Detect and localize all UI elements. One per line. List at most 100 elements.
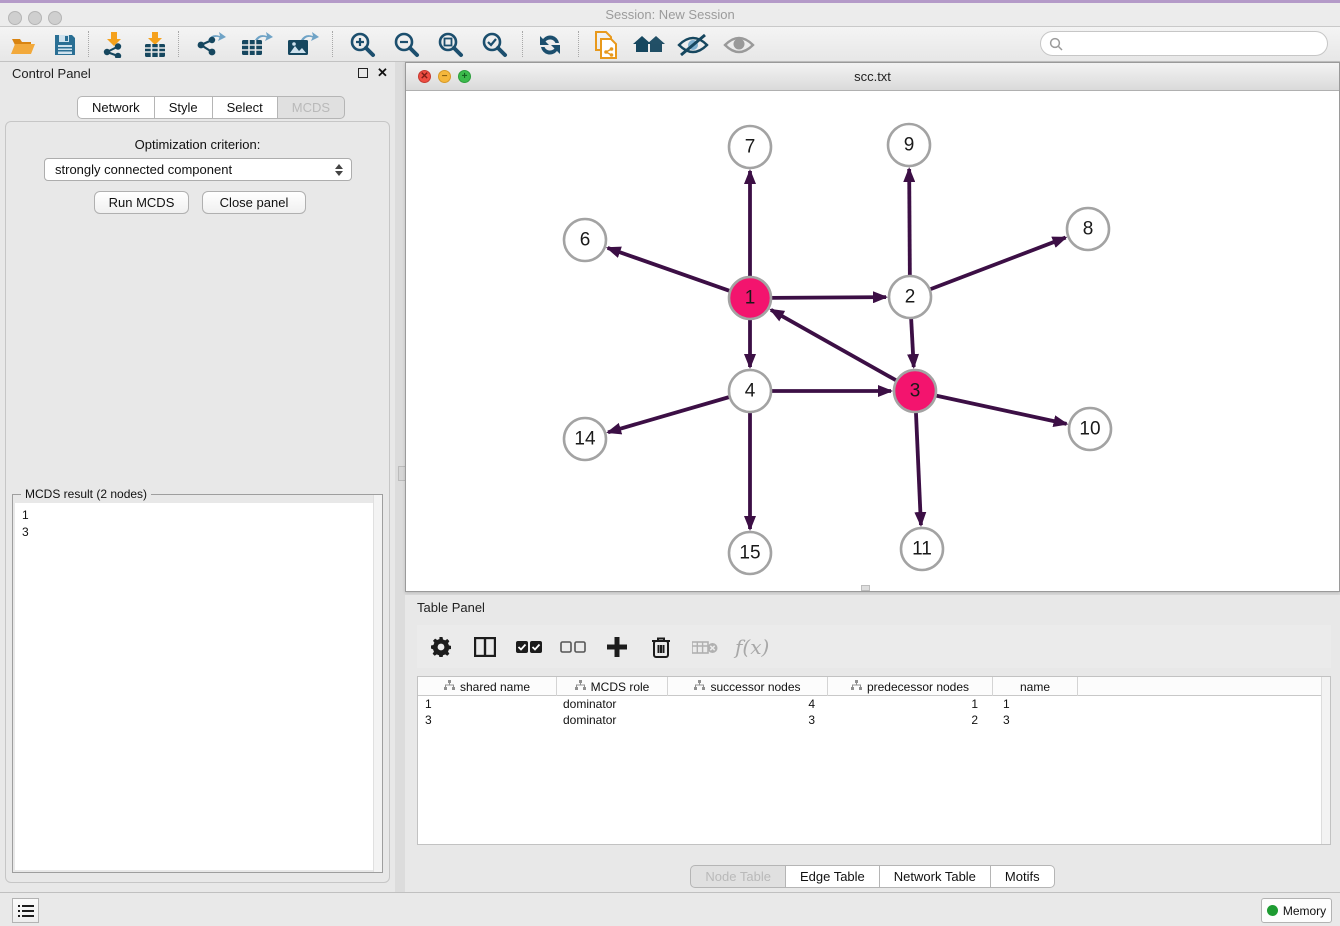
- search-input[interactable]: [1068, 37, 1327, 51]
- graph-node-11[interactable]: 11: [901, 528, 943, 570]
- open-session-icon[interactable]: [6, 29, 40, 60]
- network-graph-canvas[interactable]: 7 9 6 8 1 2 4 3 14 10 15 11: [406, 91, 1339, 592]
- node-table-scrollbar[interactable]: [1321, 677, 1330, 844]
- edge-3-to-10[interactable]: [936, 395, 1067, 423]
- graph-node-9[interactable]: 9: [888, 124, 930, 166]
- memory-button[interactable]: Memory: [1261, 898, 1332, 923]
- svg-text:3: 3: [910, 381, 921, 402]
- column-label: predecessor nodes: [867, 680, 969, 694]
- tab-network[interactable]: Network: [77, 96, 155, 119]
- table-cell[interactable]: 2: [828, 712, 993, 728]
- graph-node-4[interactable]: 4: [729, 370, 771, 412]
- select-all-rows-icon[interactable]: [515, 633, 543, 661]
- column-label: shared name: [460, 680, 530, 694]
- hide-unselected-icon[interactable]: [676, 29, 710, 60]
- graph-node-2[interactable]: 2: [889, 276, 931, 318]
- column-header-MCDS-role[interactable]: MCDS role: [557, 677, 668, 696]
- settings-gear-icon[interactable]: [427, 633, 455, 661]
- save-session-icon[interactable]: [48, 29, 82, 60]
- optimization-criterion-select[interactable]: strongly connected component: [44, 158, 352, 181]
- graph-node-8[interactable]: 8: [1067, 208, 1109, 250]
- node-table-body: 1dominator4113dominator323: [418, 696, 1330, 728]
- zoom-selected-icon[interactable]: [477, 29, 511, 60]
- tab-select[interactable]: Select: [213, 96, 278, 119]
- tab-style[interactable]: Style: [155, 96, 213, 119]
- graph-node-14[interactable]: 14: [564, 418, 606, 460]
- table-cell[interactable]: 4: [668, 696, 828, 712]
- close-panel-icon[interactable]: ✕: [377, 65, 388, 81]
- table-cell[interactable]: 1: [828, 696, 993, 712]
- window-close-icon[interactable]: ✕: [418, 70, 431, 83]
- tab-mcds[interactable]: MCDS: [278, 96, 345, 119]
- add-column-icon[interactable]: [603, 633, 631, 661]
- table-panel: Table Panel ✕ f(x) shared nameMCDS roles…: [405, 595, 1340, 892]
- table-cell[interactable]: 3: [418, 712, 557, 728]
- table-cell[interactable]: 1: [418, 696, 557, 712]
- edge-2-to-8[interactable]: [930, 238, 1066, 290]
- close-panel-button[interactable]: Close panel: [202, 191, 306, 214]
- zoom-fit-icon[interactable]: [433, 29, 467, 60]
- graph-node-3[interactable]: 3: [894, 370, 936, 412]
- edge-1-to-6[interactable]: [608, 248, 731, 291]
- clone-network-icon[interactable]: [589, 29, 623, 60]
- column-header-shared-name[interactable]: shared name: [418, 677, 557, 696]
- column-header-predecessor-nodes[interactable]: predecessor nodes: [828, 677, 993, 696]
- window-minimize-icon[interactable]: −: [438, 70, 451, 83]
- import-network-icon[interactable]: [96, 29, 130, 60]
- export-image-icon[interactable]: [286, 29, 320, 60]
- refresh-view-icon[interactable]: [533, 29, 567, 60]
- deselect-all-rows-icon[interactable]: [559, 633, 587, 661]
- table-tab-edge-table[interactable]: Edge Table: [786, 865, 880, 888]
- zoom-out-icon[interactable]: [389, 29, 423, 60]
- import-table-icon[interactable]: [138, 29, 172, 60]
- column-header-name[interactable]: name: [993, 677, 1078, 696]
- export-network-icon[interactable]: [194, 29, 228, 60]
- task-history-button[interactable]: [12, 898, 39, 923]
- float-panel-icon[interactable]: [358, 68, 368, 78]
- column-header-successor-nodes[interactable]: successor nodes: [668, 677, 828, 696]
- graph-node-10[interactable]: 10: [1069, 408, 1111, 450]
- export-table-icon[interactable]: [240, 29, 274, 60]
- run-mcds-button[interactable]: Run MCDS: [94, 191, 189, 214]
- window-maximize-icon[interactable]: +: [458, 70, 471, 83]
- column-layout-icon[interactable]: [471, 633, 499, 661]
- svg-text:4: 4: [745, 381, 756, 402]
- zoom-in-icon[interactable]: [345, 29, 379, 60]
- table-cell[interactable]: dominator: [557, 712, 668, 728]
- edge-2-to-3[interactable]: [911, 318, 914, 367]
- delete-column-icon[interactable]: [647, 633, 675, 661]
- mcds-result-text[interactable]: 13: [15, 503, 380, 870]
- table-tab-network-table[interactable]: Network Table: [880, 865, 991, 888]
- table-cell[interactable]: 3: [993, 712, 1078, 728]
- edge-3-to-1[interactable]: [771, 310, 897, 381]
- graph-node-1[interactable]: 1: [729, 277, 771, 319]
- home-layout-icon[interactable]: [632, 29, 666, 60]
- apply-function-icon[interactable]: f(x): [735, 635, 769, 659]
- window-resize-grabber[interactable]: [861, 585, 870, 591]
- table-row[interactable]: 1dominator411: [418, 696, 1330, 712]
- app-close-button[interactable]: [8, 11, 22, 25]
- table-tab-node-table[interactable]: Node Table: [690, 865, 786, 888]
- edge-2-to-9[interactable]: [909, 169, 910, 276]
- table-tab-motifs[interactable]: Motifs: [991, 865, 1055, 888]
- table-cell[interactable]: 1: [993, 696, 1078, 712]
- app-maximize-button[interactable]: [48, 11, 62, 25]
- node-table[interactable]: shared name MCDS rolesuccessor nodes prede…: [417, 676, 1331, 845]
- edge-4-to-14[interactable]: [608, 397, 730, 432]
- app-minimize-button[interactable]: [28, 11, 42, 25]
- network-window-titlebar[interactable]: ✕ − + scc.txt: [406, 63, 1339, 91]
- table-row[interactable]: 3dominator323: [418, 712, 1330, 728]
- delete-table-icon[interactable]: [691, 633, 719, 661]
- mcds-result-scrollbar[interactable]: [373, 495, 382, 872]
- graph-node-6[interactable]: 6: [564, 219, 606, 261]
- show-all-icon[interactable]: [722, 29, 756, 60]
- edge-1-to-2[interactable]: [771, 297, 886, 298]
- graph-node-15[interactable]: 15: [729, 532, 771, 574]
- graph-node-7[interactable]: 7: [729, 126, 771, 168]
- search-field[interactable]: [1040, 31, 1328, 56]
- table-cell[interactable]: dominator: [557, 696, 668, 712]
- table-cell[interactable]: 3: [668, 712, 828, 728]
- edge-3-to-11[interactable]: [916, 412, 921, 525]
- control-panel-tabs: NetworkStyleSelectMCDS: [77, 96, 345, 119]
- sort-hierarchy-icon: [851, 680, 862, 694]
